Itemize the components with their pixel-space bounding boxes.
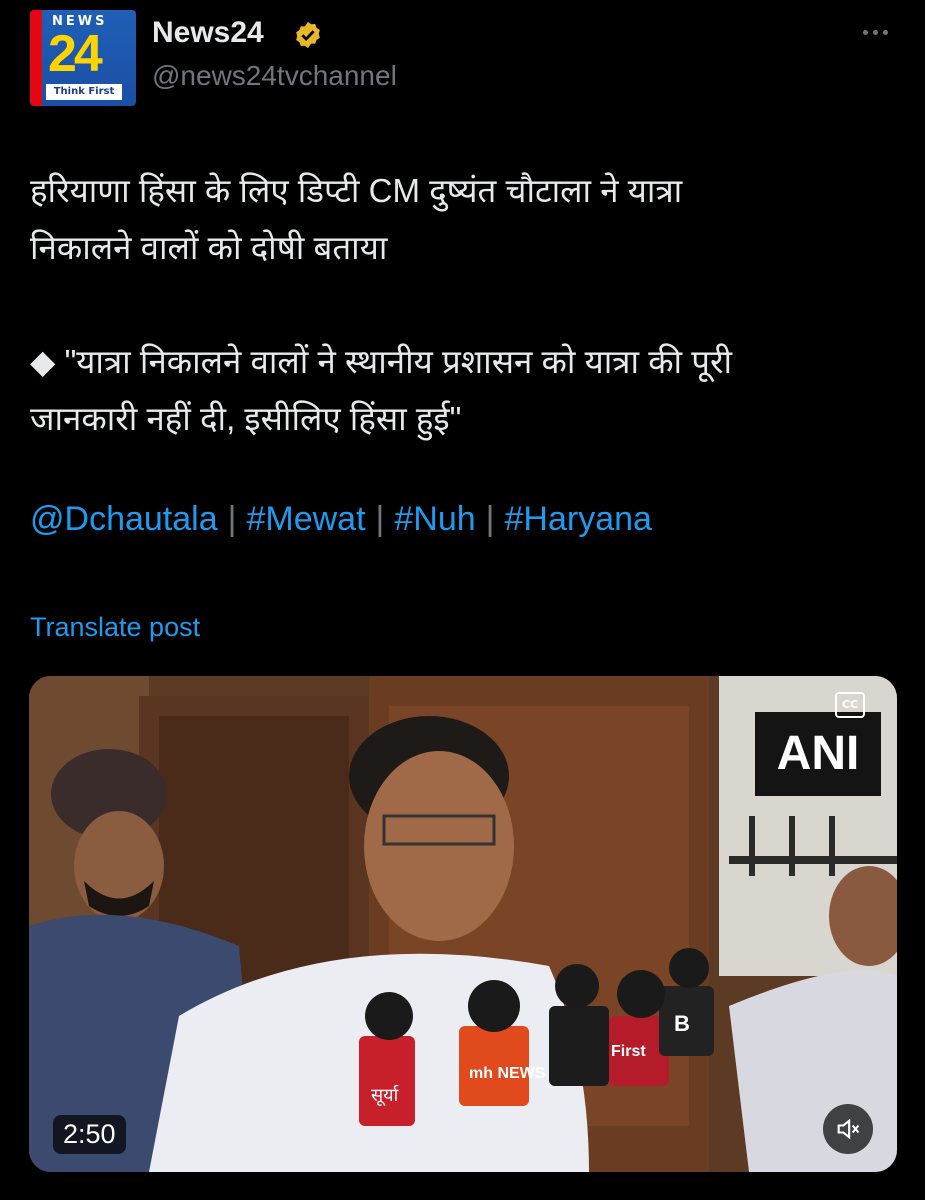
- separator: |: [485, 500, 495, 538]
- mention-link[interactable]: @Dchautala: [30, 500, 218, 539]
- separator: |: [227, 500, 237, 538]
- hashtag-link[interactable]: #Mewat: [246, 500, 365, 539]
- verified-badge-icon: [296, 21, 320, 49]
- video-duration: 2:50: [53, 1115, 126, 1154]
- avatar[interactable]: NEWS 24 Think First: [30, 10, 136, 106]
- mic-label: B: [674, 1011, 690, 1036]
- closed-captions-icon[interactable]: CC: [835, 692, 865, 718]
- ani-watermark: ANI: [755, 712, 881, 796]
- hashtag-link[interactable]: #Nuh: [394, 500, 475, 539]
- hashtag-link[interactable]: #Haryana: [505, 500, 652, 539]
- separator: |: [375, 500, 385, 538]
- post-page: NEWS 24 Think First News24 @news24tvchan…: [0, 0, 925, 1200]
- headline: हरियाणा हिंसा के लिए डिप्टी CM दुष्यंत च…: [30, 162, 900, 276]
- more-dot: [862, 29, 868, 35]
- avatar-tagline: Think First: [46, 84, 122, 100]
- more-options-icon[interactable]: [855, 22, 895, 42]
- bullet-icon: ◆: [30, 343, 56, 380]
- mic-label: mh NEWS: [469, 1065, 546, 1082]
- mic-label: सूर्या: [371, 1084, 399, 1106]
- avatar-stripe: [30, 10, 42, 106]
- more-dot: [882, 29, 888, 35]
- speaker-muted-icon[interactable]: [823, 1104, 873, 1154]
- avatar-number: 24: [48, 25, 103, 83]
- speaker-muted-glyph: [837, 1118, 860, 1140]
- post-header: NEWS 24 Think First News24 @news24tvchan…: [30, 10, 895, 110]
- quote-line: ◆ "यात्रा निकालने वालों ने स्थानीय प्रशा…: [30, 333, 900, 390]
- handle[interactable]: @news24tvchannel: [152, 60, 397, 92]
- quote: ◆ "यात्रा निकालने वालों ने स्थानीय प्रशा…: [30, 333, 900, 447]
- display-name[interactable]: News24: [152, 16, 264, 50]
- headline-line: हरियाणा हिंसा के लिए डिप्टी CM दुष्यंत च…: [30, 172, 683, 209]
- more-dot: [872, 29, 878, 35]
- mic-label: First: [611, 1043, 646, 1060]
- headline-line: निकालने वालों को दोषी बताया: [30, 229, 388, 266]
- quote-line: जानकारी नहीं दी, इसीलिए हिंसा हुई": [30, 400, 462, 437]
- hashtag-links: @Dchautala | #Mewat | #Nuh | #Haryana: [30, 500, 652, 539]
- translate-post-link[interactable]: Translate post: [30, 612, 200, 643]
- video-player[interactable]: सूर्या mh NEWS First B ANI CC 2:50: [29, 676, 897, 1172]
- post-text: हरियाणा हिंसा के लिए डिप्टी CM दुष्यंत च…: [30, 162, 900, 504]
- quote-line-text: "यात्रा निकालने वालों ने स्थानीय प्रशासन…: [64, 343, 733, 380]
